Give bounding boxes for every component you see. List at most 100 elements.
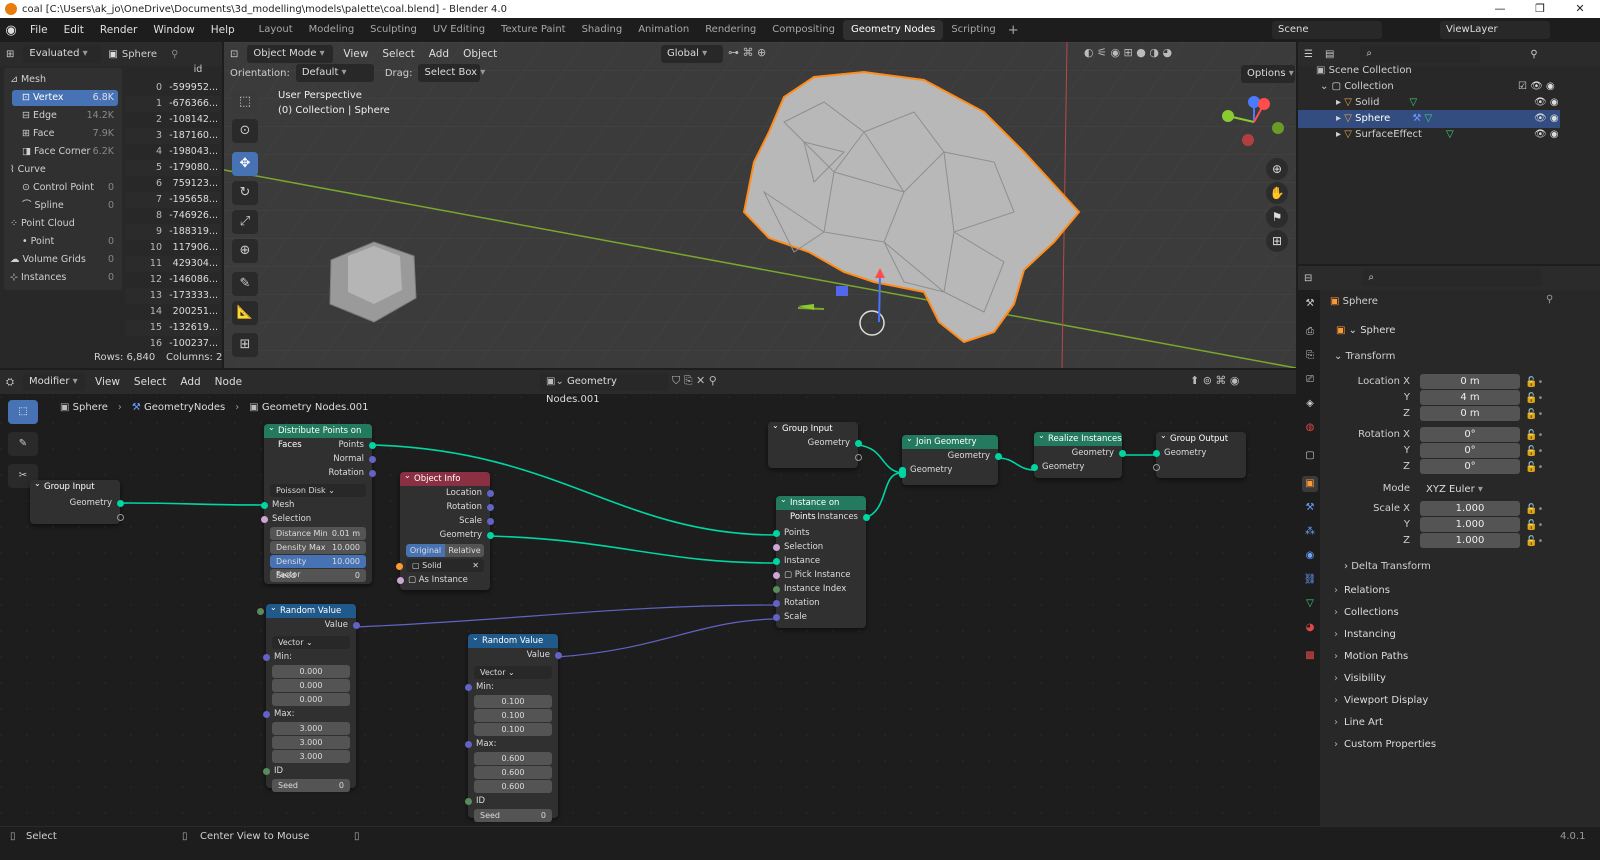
menu-render[interactable]: Render	[92, 24, 145, 36]
editor-type-icon[interactable]: ⊡	[224, 49, 244, 60]
node-tree-type-select[interactable]: Modifier	[23, 373, 85, 391]
modifier-tab-icon[interactable]: ⚒	[1302, 500, 1318, 516]
min-z-field[interactable]: 0.000	[272, 693, 350, 706]
view-layer-tab-icon[interactable]: ⎚	[1302, 372, 1318, 388]
seed-field[interactable]: Seed 0	[270, 569, 366, 582]
tab-layout[interactable]: Layout	[251, 20, 301, 40]
group-output-node[interactable]: Group Output Geometry	[1152, 429, 1246, 478]
location-y-field[interactable]: 4 m	[1420, 390, 1520, 405]
object-name-field[interactable]: ▣ ⌄ Sphere	[1330, 322, 1558, 339]
pan-hand-icon[interactable]: ✋	[1266, 182, 1288, 204]
scene-tab-icon[interactable]: ◈	[1302, 396, 1318, 412]
distribute-points-node[interactable]: Distribute Points on Faces Points Normal…	[260, 421, 376, 584]
data-type-select[interactable]: Vector ⌄	[272, 636, 350, 649]
domain-spline[interactable]: ⌒ Spline 0	[12, 198, 118, 214]
location-z-field[interactable]: 0 m	[1420, 406, 1520, 421]
annotate-tool[interactable]: ✎	[232, 272, 258, 296]
add-workspace-icon[interactable]: +	[1008, 23, 1019, 38]
properties-search-input[interactable]: ⌕	[1362, 269, 1543, 287]
navigation-gizmo[interactable]	[1218, 92, 1288, 152]
zoom-icon[interactable]: ⊕	[1266, 158, 1288, 180]
domain-instances[interactable]: ⊹ Instances 0	[6, 270, 118, 286]
seed-field[interactable]: Seed 0	[474, 809, 552, 822]
tab-uv-editing[interactable]: UV Editing	[425, 20, 493, 40]
domain-face[interactable]: ⊞ Face 7.9K	[12, 126, 118, 142]
scale-x-field[interactable]: 1.000	[1420, 501, 1520, 516]
min-y-field[interactable]: 0.000	[272, 679, 350, 692]
scale-y-field[interactable]: 1.000	[1420, 517, 1520, 532]
node-menu-add[interactable]: Add	[173, 376, 207, 388]
relative-button[interactable]: Relative	[445, 544, 484, 557]
tab-sculpting[interactable]: Sculpting	[362, 20, 425, 40]
node-menu-node[interactable]: Node	[208, 376, 249, 388]
node-select-tool[interactable]: ⬚	[8, 400, 38, 424]
random-value-node-a[interactable]: Random Value Value Vector ⌄ Min: 0.000 0…	[257, 601, 360, 792]
node-overlay-icons[interactable]: ⬆ ⊚ ⌘ ◉	[1190, 374, 1240, 387]
min-x-field[interactable]: 0.000	[272, 665, 350, 678]
z-gizmo-arrow[interactable]	[878, 273, 881, 323]
rotate-tool[interactable]: ↻	[232, 181, 258, 205]
options-button[interactable]: Options	[1241, 65, 1295, 83]
tab-animation[interactable]: Animation	[630, 20, 697, 40]
ortho-grid-icon[interactable]: ⊞	[1266, 230, 1288, 252]
lock-icons[interactable]: 🔓• 🔓• 🔓•	[1525, 375, 1543, 423]
editor-type-icon[interactable]: ☰	[1298, 49, 1319, 60]
transform-tool[interactable]: ⊕	[232, 239, 258, 263]
density-factor-field[interactable]: Density Factor 10.000	[270, 555, 366, 579]
tab-rendering[interactable]: Rendering	[697, 20, 764, 40]
section-visibility[interactable]: Visibility	[1334, 668, 1560, 688]
viewport-menu-view[interactable]: View	[336, 48, 375, 60]
visibility-icons[interactable]: 👁 ◉	[1534, 126, 1559, 144]
editor-type-icon[interactable]: ⊟	[1298, 273, 1318, 284]
scale-z-field[interactable]: 1.000	[1420, 533, 1520, 548]
max-y-field[interactable]: 0.600	[474, 766, 552, 779]
section-relations[interactable]: Relations	[1334, 580, 1560, 600]
rotation-y-field[interactable]: 0°	[1420, 443, 1520, 458]
collection-tab-icon[interactable]: ▢	[1302, 448, 1318, 464]
measure-tool[interactable]: 📐	[232, 301, 258, 325]
texture-tab-icon[interactable]: ▩	[1302, 648, 1318, 664]
filter-icon[interactable]: ⚲	[1530, 49, 1537, 60]
display-mode-icon[interactable]: ▤	[1319, 49, 1340, 60]
rotation-x-field[interactable]: 0°	[1420, 427, 1520, 442]
editor-type-icon[interactable]: ⊞	[0, 49, 20, 60]
domain-vertex[interactable]: ⊡ Vertex 6.8K	[12, 90, 118, 106]
world-tab-icon[interactable]: ◍	[1302, 420, 1318, 436]
section-line-art[interactable]: Line Art	[1334, 712, 1560, 732]
output-tab-icon[interactable]: ⎘	[1302, 348, 1318, 364]
domain-point[interactable]: • Point 0	[12, 234, 118, 250]
section-custom-properties[interactable]: Custom Properties	[1334, 734, 1560, 754]
min-z-field[interactable]: 0.100	[474, 723, 552, 736]
max-z-field[interactable]: 3.000	[272, 750, 350, 763]
material-tab-icon[interactable]: ◕	[1302, 620, 1318, 636]
section-motion-paths[interactable]: Motion Paths	[1334, 646, 1560, 666]
location-x-field[interactable]: 0 m	[1420, 374, 1520, 389]
particles-tab-icon[interactable]: ⁂	[1302, 524, 1318, 540]
rotation-z-field[interactable]: 0°	[1420, 459, 1520, 474]
maximize-button[interactable]: ❐	[1520, 0, 1560, 18]
rotation-mode-select[interactable]: XYZ Euler	[1420, 481, 1524, 499]
data-tab-icon[interactable]: ▽	[1302, 596, 1318, 612]
object-mode-select[interactable]: Object Mode	[247, 45, 334, 63]
visibility-icons[interactable]: ◐ ⚟ ◉ ⊞ ● ◑ ◕	[1084, 46, 1172, 59]
node-menu-select[interactable]: Select	[127, 376, 173, 388]
render-tab-icon[interactable]: ⎙	[1302, 324, 1318, 340]
tab-compositing[interactable]: Compositing	[764, 20, 843, 40]
cursor-tool[interactable]: ⊙	[232, 119, 258, 143]
distribute-mode-select[interactable]: Poisson Disk ⌄	[270, 484, 366, 497]
transform-orientation-select[interactable]: Global	[661, 45, 723, 63]
add-cube-tool[interactable]: ⊞	[232, 333, 258, 357]
scale-lock-icons[interactable]: 🔓• 🔓• 🔓•	[1525, 502, 1543, 550]
physics-tab-icon[interactable]: ◉	[1302, 548, 1318, 564]
node-annotate-tool[interactable]: ✎	[8, 432, 38, 456]
tab-geometry-nodes[interactable]: Geometry Nodes	[842, 20, 944, 40]
menu-edit[interactable]: Edit	[56, 24, 92, 36]
editor-type-icon[interactable]: ⛭	[0, 377, 20, 388]
drag-select[interactable]: Select Box	[418, 64, 481, 82]
max-z-field[interactable]: 0.600	[474, 780, 552, 793]
domain-curve[interactable]: ⌇ Curve	[6, 162, 118, 178]
tool-tab-icon[interactable]: ⚒	[1302, 296, 1318, 312]
orientation-select[interactable]: Default	[295, 64, 374, 82]
max-x-field[interactable]: 0.600	[474, 752, 552, 765]
delta-transform-section[interactable]: › Delta Transform	[1344, 559, 1431, 575]
